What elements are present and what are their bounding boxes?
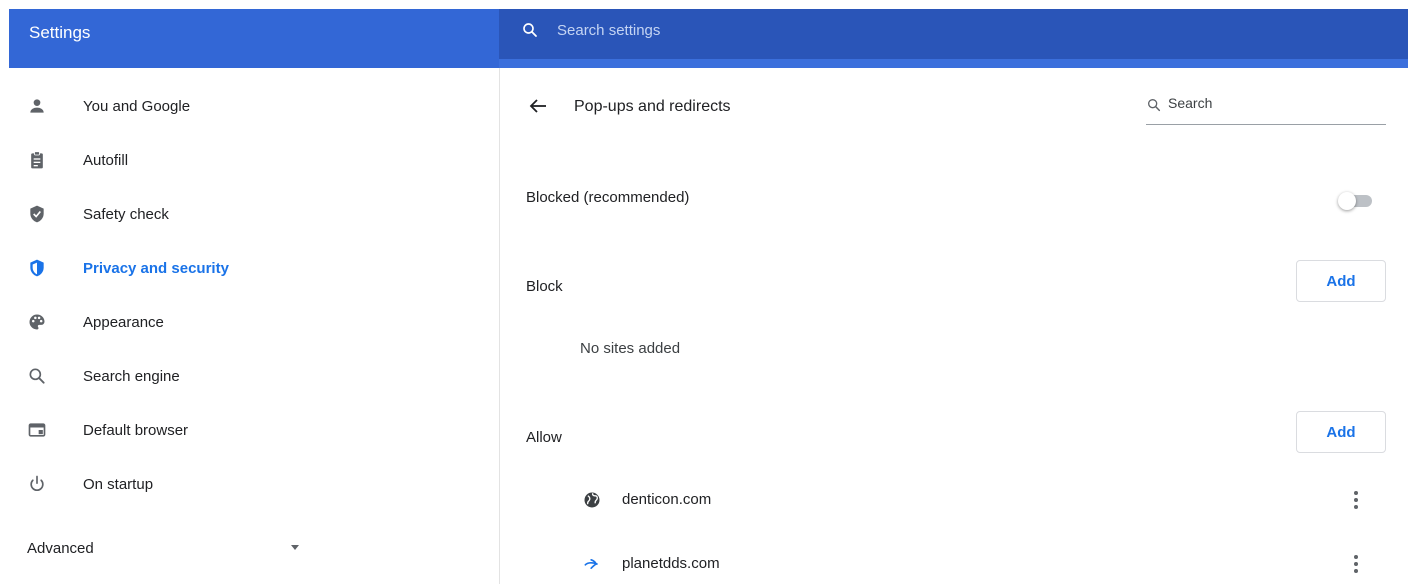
clipboard-icon bbox=[25, 148, 49, 172]
planet-logo-icon bbox=[584, 559, 598, 569]
main-content: Pop-ups and redirects Blocked (recommend… bbox=[500, 68, 1408, 584]
sidebar-item-label: Search engine bbox=[83, 367, 180, 385]
blocked-setting-label: Blocked (recommended) bbox=[526, 189, 690, 206]
browser-window-icon bbox=[25, 418, 49, 442]
sidebar-item-label: Safety check bbox=[83, 205, 169, 223]
sidebar-item-safety-check[interactable]: Safety check bbox=[9, 194, 499, 234]
top-bar: Settings Search settings bbox=[0, 0, 1408, 68]
sidebar-item-label: You and Google bbox=[83, 97, 191, 115]
header-strip bbox=[499, 59, 1408, 68]
block-section-label: Block bbox=[526, 278, 563, 295]
advanced-label: Advanced bbox=[27, 539, 94, 557]
shield-privacy-icon bbox=[25, 256, 49, 280]
sidebar-item-label: Appearance bbox=[83, 313, 164, 331]
search-icon bbox=[25, 364, 49, 388]
app-title: Settings bbox=[29, 23, 91, 42]
more-actions-button[interactable] bbox=[1346, 488, 1366, 512]
sidebar-item-privacy-and-security[interactable]: Privacy and security bbox=[9, 248, 499, 288]
globe-icon bbox=[584, 492, 600, 508]
toggle-knob bbox=[1338, 192, 1356, 210]
more-actions-button[interactable] bbox=[1346, 552, 1366, 576]
sidebar-item-search-engine[interactable]: Search engine bbox=[9, 356, 499, 396]
site-name: planetdds.com bbox=[622, 555, 720, 572]
arrow-back-icon bbox=[529, 99, 546, 113]
sidebar-advanced-toggle[interactable]: Advanced bbox=[9, 528, 309, 568]
sidebar-item-label: Autofill bbox=[83, 151, 129, 169]
sidebar-item-label: Privacy and security bbox=[83, 259, 229, 277]
palette-icon bbox=[25, 310, 49, 334]
sidebar-item-you-and-google[interactable]: You and Google bbox=[9, 86, 499, 126]
block-empty-text: No sites added bbox=[580, 340, 681, 357]
back-button[interactable] bbox=[526, 94, 550, 118]
subpage-search[interactable] bbox=[1146, 95, 1386, 125]
search-settings-field[interactable]: Search settings bbox=[521, 21, 660, 39]
subpage-search-input[interactable] bbox=[1168, 95, 1368, 111]
more-vert-icon bbox=[1354, 555, 1358, 559]
allow-add-button[interactable]: Add bbox=[1296, 411, 1386, 453]
search-icon bbox=[1148, 99, 1161, 112]
site-name: denticon.com bbox=[622, 491, 712, 508]
list-item: denticon.com bbox=[500, 480, 1408, 520]
page-title: Pop-ups and redirects bbox=[574, 98, 731, 115]
allow-section-label: Allow bbox=[526, 429, 562, 446]
block-add-button[interactable]: Add bbox=[1296, 260, 1386, 302]
sidebar-item-label: On startup bbox=[83, 475, 154, 493]
sidebar-item-label: Default browser bbox=[83, 421, 189, 439]
sidebar-item-default-browser[interactable]: Default browser bbox=[9, 410, 499, 450]
header-title-area: Settings bbox=[9, 9, 499, 68]
more-vert-icon bbox=[1354, 491, 1358, 495]
sidebar-item-appearance[interactable]: Appearance bbox=[9, 302, 499, 342]
power-icon bbox=[25, 472, 49, 496]
sidebar-item-on-startup[interactable]: On startup bbox=[9, 464, 499, 504]
person-icon bbox=[25, 94, 49, 118]
search-icon bbox=[523, 23, 537, 37]
list-item: planetdds.com bbox=[500, 544, 1408, 584]
blocked-toggle[interactable] bbox=[1338, 192, 1372, 210]
caret-down-icon bbox=[291, 545, 299, 550]
shield-check-icon bbox=[25, 202, 49, 226]
sidebar-item-autofill[interactable]: Autofill bbox=[9, 140, 499, 180]
search-settings-placeholder: Search settings bbox=[557, 21, 661, 39]
sidebar: You and Google Autofill Safety check Pri… bbox=[9, 68, 499, 584]
